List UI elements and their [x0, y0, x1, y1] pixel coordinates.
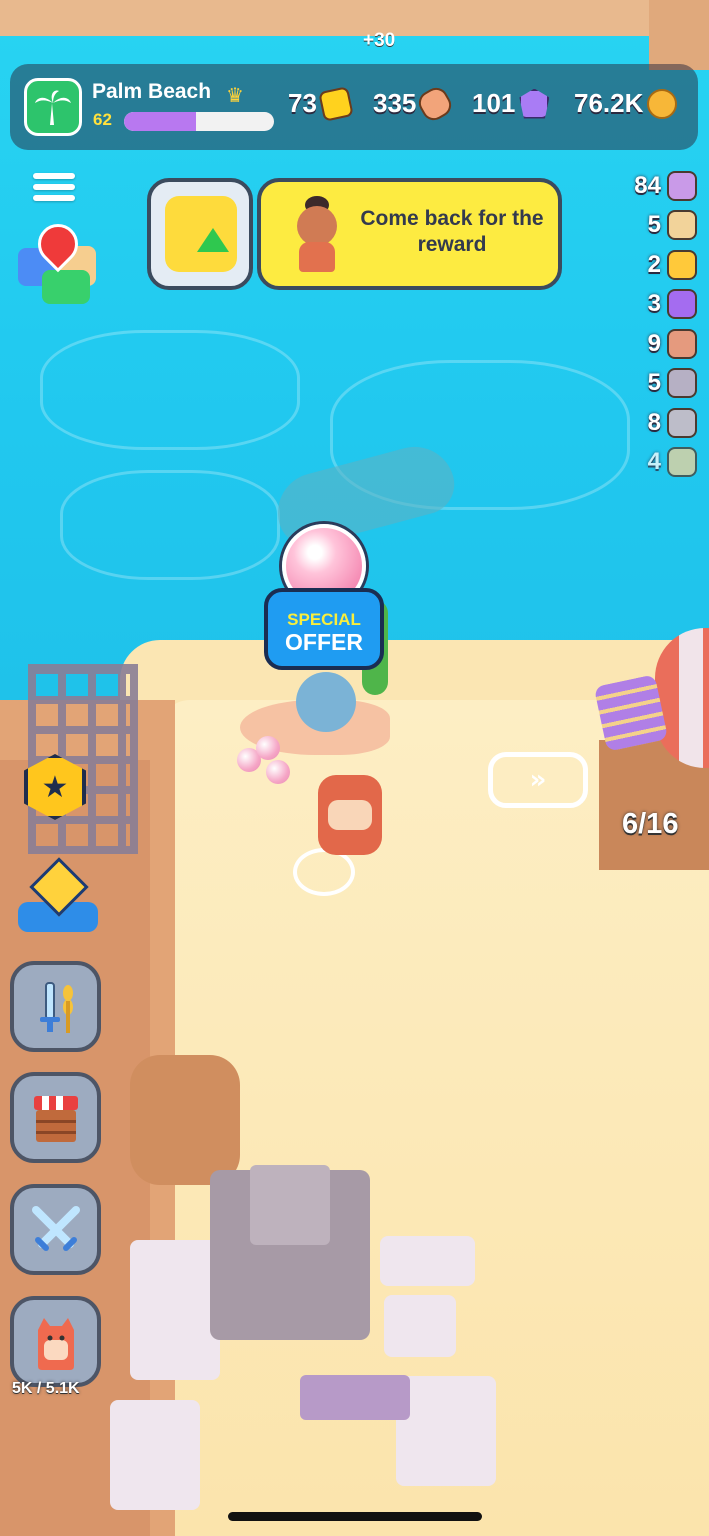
crossed-swords-icon: [31, 1205, 80, 1251]
quest-banner[interactable]: Come back for the reward: [257, 178, 562, 290]
goblin-companion: [296, 672, 356, 732]
pearl: [256, 736, 280, 760]
resource-tickets[interactable]: 73: [288, 85, 354, 122]
spring-icon: [667, 368, 697, 399]
water-ripple: [40, 330, 300, 450]
resource-scrolls[interactable]: 335: [373, 83, 456, 124]
inventory-count: 3: [647, 290, 661, 318]
island-name[interactable]: Palm Beach: [92, 80, 211, 104]
inventory-item[interactable]: 9: [607, 324, 697, 364]
offer-line2: OFFER: [285, 629, 363, 655]
inventory-count: 5: [647, 369, 661, 397]
inventory-item[interactable]: 8: [607, 403, 697, 443]
backpack-button[interactable]: [10, 1296, 101, 1387]
inventory-item[interactable]: 84: [607, 166, 697, 206]
bonus-popup: +30: [363, 30, 396, 51]
menu-icon[interactable]: [33, 173, 75, 211]
inventory-count: 4: [647, 448, 661, 476]
palm-tree-icon: [35, 90, 71, 125]
water-ripple: [60, 470, 280, 580]
shell-icon: [667, 170, 697, 201]
sword-wheat-button[interactable]: [10, 961, 101, 1052]
player-level: 62: [93, 110, 112, 129]
scrolls-count: 335: [373, 88, 417, 118]
map-scroll-icon: [667, 210, 697, 241]
rock: [130, 1055, 240, 1185]
crown-icon: ♛: [226, 83, 244, 107]
world-map-button[interactable]: [16, 215, 98, 308]
top-dock: [0, 0, 709, 36]
fish-gem-event-button[interactable]: [14, 857, 102, 940]
gem-icon: [519, 88, 550, 119]
xp-progress-fill: [124, 112, 196, 131]
resource-gems[interactable]: 101: [472, 88, 550, 119]
sand-icon: [667, 447, 697, 478]
player-ring: [293, 848, 355, 896]
metal-bar-icon: [667, 407, 697, 438]
pearl: [266, 760, 290, 784]
sword-wheat-icon: [39, 981, 73, 1033]
shop-button[interactable]: [10, 1072, 101, 1163]
tickets-count: 73: [288, 88, 317, 118]
resource-inventory: 84 5 2 3 9 5 8 4: [607, 166, 697, 482]
gems-count: 101: [472, 88, 516, 118]
xp-progress-bar: [124, 112, 274, 131]
map-tile: [42, 270, 90, 304]
inventory-count: 2: [647, 250, 661, 278]
coin-icon: [647, 88, 678, 119]
npc-avatar: [291, 196, 343, 272]
inventory-item[interactable]: 3: [607, 285, 697, 325]
inventory-item[interactable]: 5: [607, 206, 697, 246]
upgrade-quest-button[interactable]: [147, 178, 253, 290]
gear-token-icon: [667, 249, 697, 280]
island-badge[interactable]: [24, 78, 82, 136]
floor-tile: [130, 1240, 220, 1380]
resource-coins[interactable]: 76.2K: [574, 88, 678, 119]
special-offer-button[interactable]: SPECIAL OFFER: [264, 524, 384, 670]
anvil: [300, 1375, 410, 1420]
scroll-icon: [414, 83, 456, 124]
offer-label-box: SPECIAL OFFER: [264, 588, 384, 670]
arrow-up-icon: [197, 228, 229, 252]
offer-line1: SPECIAL: [287, 610, 361, 629]
inventory-item[interactable]: 2: [607, 245, 697, 285]
backpack-icon: [37, 1317, 74, 1370]
player-face: [328, 800, 372, 830]
coins-count: 76.2K: [574, 88, 644, 118]
quest-text: Come back for the reward: [360, 207, 544, 256]
crate-cage: [28, 664, 138, 854]
resource-stack[interactable]: [593, 674, 669, 752]
inventory-count: 84: [634, 171, 661, 199]
shop-stall-icon: [33, 1095, 78, 1142]
stack-capacity: 6/16: [622, 808, 679, 840]
floor-tile: [384, 1295, 456, 1357]
floor-tile: [396, 1376, 496, 1486]
lightning-token-icon: [667, 289, 697, 320]
fast-forward-pad[interactable]: »: [488, 752, 588, 808]
forge-chimney: [250, 1165, 330, 1245]
home-indicator[interactable]: [228, 1512, 482, 1521]
battle-button[interactable]: [10, 1184, 101, 1275]
floor-tile: [110, 1400, 200, 1510]
backpack-capacity: 5K / 5.1K: [12, 1380, 80, 1397]
inventory-item[interactable]: 4: [607, 443, 697, 483]
inventory-count: 8: [647, 408, 661, 436]
floor-tile: [380, 1236, 475, 1286]
inventory-count: 9: [647, 329, 661, 357]
inventory-item[interactable]: 5: [607, 364, 697, 404]
inventory-count: 5: [647, 211, 661, 239]
top-right-dock: [649, 0, 709, 70]
rope-icon: [667, 328, 697, 359]
ticket-icon: [318, 85, 354, 122]
